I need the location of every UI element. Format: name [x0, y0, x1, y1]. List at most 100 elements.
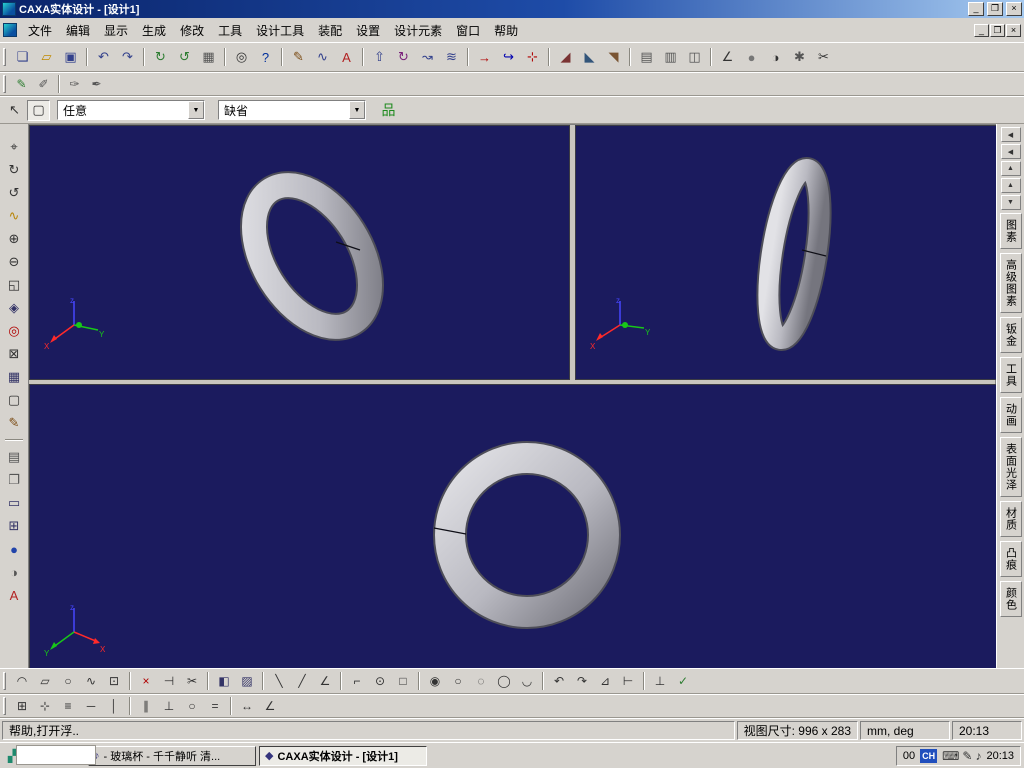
undo-icon[interactable]: ↶ [92, 47, 115, 68]
circle-center-icon[interactable]: ◉ [424, 672, 446, 691]
pan-view-icon[interactable]: ⌖ [2, 136, 26, 158]
ellipse-icon[interactable]: ◯ [493, 672, 515, 691]
revolve-icon[interactable]: ↻ [392, 47, 415, 68]
new-file-icon[interactable]: ❏ [11, 47, 34, 68]
menu-item-4[interactable]: 修改 [173, 18, 211, 43]
chevron-down-icon[interactable]: ▼ [349, 101, 365, 119]
design-tree-icon[interactable]: 品 [377, 100, 400, 121]
constraint-icon[interactable]: ⊥ [649, 672, 671, 691]
tray-lang-indicator[interactable]: 00 [903, 750, 915, 762]
menu-item-3[interactable]: 生成 [135, 18, 173, 43]
catalog-tab-4[interactable]: 动画 [1000, 397, 1022, 433]
material-icon[interactable]: ● [740, 47, 763, 68]
align-icon[interactable]: ≡ [57, 697, 79, 716]
mirror-sketch-icon[interactable]: ◧ [213, 672, 235, 691]
equal-constraint-icon[interactable]: = [204, 697, 226, 716]
scale-tool-icon[interactable]: ⊹ [521, 47, 544, 68]
repaint-icon[interactable]: ▦ [197, 47, 220, 68]
annotate-icon[interactable]: ✎ [2, 412, 26, 434]
viewport-top-right[interactable]: z X Y [575, 125, 997, 380]
find-icon[interactable]: ◎ [230, 47, 253, 68]
dimension-icon[interactable]: ↔ [236, 697, 258, 716]
fillet-sketch-icon[interactable]: ↶ [548, 672, 570, 691]
menu-item-2[interactable]: 显示 [97, 18, 135, 43]
edit-pencil-icon[interactable]: ✎ [11, 75, 32, 93]
taskbar-button-caxa[interactable]: ◆ CAXA实体设计 - [设计1] [259, 746, 427, 766]
regenerate-icon[interactable]: ↺ [173, 47, 196, 68]
fit-spline-icon[interactable]: ◠ [11, 672, 33, 691]
hatch-icon[interactable]: ▨ [236, 672, 258, 691]
display-mode-icon[interactable]: ▢ [2, 389, 26, 411]
catalog-tab-3[interactable]: 工具 [1000, 357, 1022, 393]
trim-tool-icon[interactable]: ✂ [812, 47, 835, 68]
panel-scroll-down-button[interactable]: ▼ [1001, 195, 1021, 210]
polygon-edit-icon[interactable]: ▱ [34, 672, 56, 691]
grid-display-icon[interactable]: ▦ [2, 366, 26, 388]
point-icon[interactable]: ⊙ [369, 672, 391, 691]
circle-2pt-icon[interactable]: ○ [447, 672, 469, 691]
pattern-tool-icon[interactable]: ⊞ [2, 515, 26, 537]
line-icon[interactable]: ╲ [268, 672, 290, 691]
sweep-icon[interactable]: ↝ [416, 47, 439, 68]
select-pointer-button[interactable]: ↖ [3, 100, 26, 121]
shell-icon[interactable]: ◫ [683, 47, 706, 68]
tangent-line-icon[interactable]: ╱ [291, 672, 313, 691]
menu-item-0[interactable]: 文件 [21, 18, 59, 43]
clipboard-icon[interactable]: ▤ [2, 446, 26, 468]
curve-3d-icon[interactable]: ∿ [311, 47, 334, 68]
text-tool-icon[interactable]: A [335, 47, 358, 68]
minimize-button[interactable]: _ [968, 2, 984, 16]
menu-item-1[interactable]: 编辑 [59, 18, 97, 43]
zoom-out-icon[interactable]: ⊖ [2, 251, 26, 273]
loft-icon[interactable]: ≋ [440, 47, 463, 68]
angle-dimension-icon[interactable]: ∠ [259, 697, 281, 716]
polyline-icon[interactable]: ⌐ [346, 672, 368, 691]
move-tool-icon[interactable]: → [473, 47, 496, 68]
menu-item-9[interactable]: 设计元素 [387, 18, 449, 43]
grid-snap-icon[interactable]: ⊞ [11, 697, 33, 716]
arc-icon[interactable]: ◡ [516, 672, 538, 691]
child-restore-button[interactable]: ❐ [990, 24, 1005, 37]
ime-pen-icon[interactable]: ✎ [962, 749, 972, 763]
delete-node-icon[interactable]: × [135, 672, 157, 691]
volume-icon[interactable]: ♪ [975, 749, 981, 763]
catalog-tab-2[interactable]: 钣金 [1000, 317, 1022, 353]
box-tool-icon[interactable]: ▭ [2, 492, 26, 514]
handle-edit-icon[interactable]: ∿ [80, 672, 102, 691]
zoom-window-icon[interactable]: ◱ [2, 274, 26, 296]
sketch-2d-icon[interactable]: ✎ [287, 47, 310, 68]
rectangle-icon[interactable]: □ [392, 672, 414, 691]
chamfer-sketch-icon[interactable]: ↷ [571, 672, 593, 691]
extend-icon[interactable]: ⊢ [617, 672, 639, 691]
circle-3pt-icon[interactable]: ◌ [470, 672, 492, 691]
text-red-icon[interactable]: A [2, 584, 26, 606]
catalog-tab-6[interactable]: 材质 [1000, 501, 1022, 537]
lock-view-icon[interactable]: ⊠ [2, 343, 26, 365]
context-help-icon[interactable]: ? [254, 47, 277, 68]
toolbar-grip[interactable] [3, 672, 6, 690]
panel-expand-button[interactable]: ◀ [1001, 144, 1021, 159]
catalog-tab-0[interactable]: 图素 [1000, 213, 1022, 249]
wedge-icon[interactable]: ◥ [602, 47, 625, 68]
rotate-tool-icon[interactable]: ↪ [497, 47, 520, 68]
catalog-tab-8[interactable]: 颜色 [1000, 581, 1022, 617]
vertical-constraint-icon[interactable]: │ [103, 697, 125, 716]
taskbar-button-ttplayer[interactable]: ♪ - 玻璃杯 - 千千静听 清... [88, 746, 256, 766]
redo-icon[interactable]: ↷ [116, 47, 139, 68]
tangent-constraint-icon[interactable]: ○ [181, 697, 203, 716]
measure-icon[interactable]: ∠ [716, 47, 739, 68]
keyboard-icon[interactable]: ⌨ [942, 749, 959, 763]
render-icon[interactable]: ◑ [764, 47, 787, 68]
select-box-button[interactable]: ▢ [27, 100, 50, 121]
circle-edit-icon[interactable]: ○ [57, 672, 79, 691]
shade-tool-icon[interactable]: ◑ [2, 561, 26, 583]
toolbar-grip[interactable] [3, 48, 6, 66]
chevron-down-icon[interactable]: ▼ [188, 101, 204, 119]
close-button[interactable]: × [1006, 2, 1022, 16]
tray-input-language-badge[interactable]: CH [920, 749, 937, 763]
menu-item-7[interactable]: 装配 [311, 18, 349, 43]
copy-object-icon[interactable]: ❐ [2, 469, 26, 491]
options-icon[interactable]: ✱ [788, 47, 811, 68]
child-minimize-button[interactable]: _ [974, 24, 989, 37]
toolbar-grip[interactable] [3, 697, 6, 715]
